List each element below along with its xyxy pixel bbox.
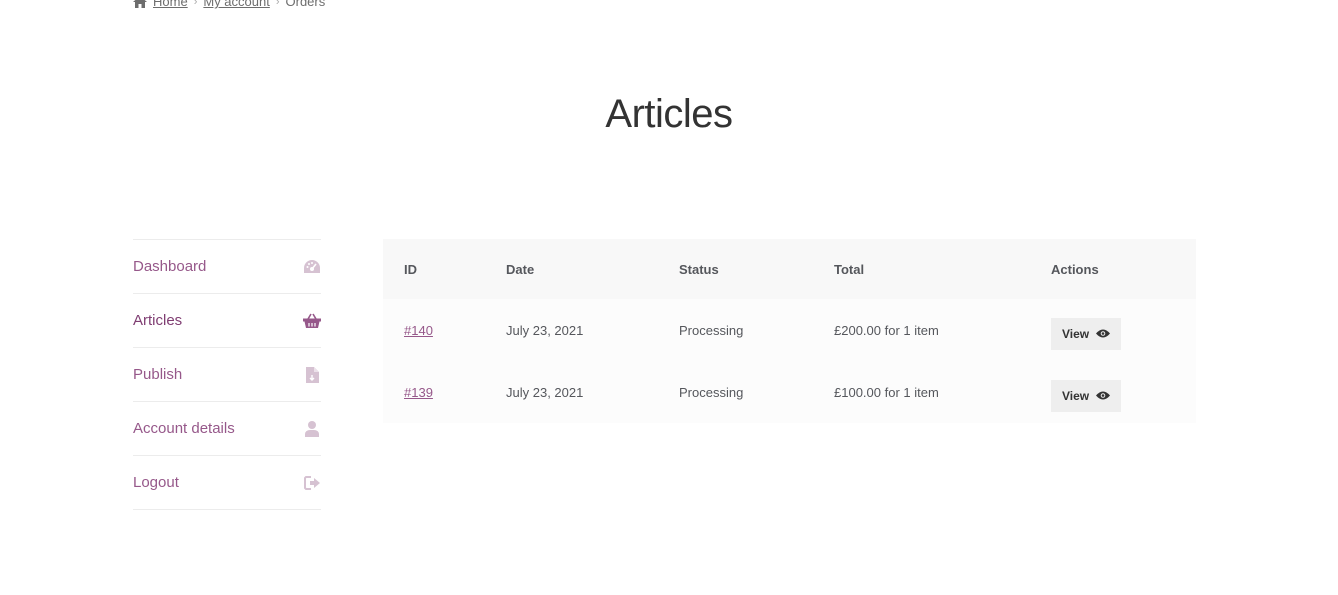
order-id-link[interactable]: #140 [404, 323, 433, 338]
account-navigation: Dashboard Articles Publish Account detai… [133, 239, 321, 510]
page-title: Articles [605, 92, 733, 136]
user-icon [303, 420, 321, 438]
eye-icon [1096, 389, 1111, 403]
file-icon [303, 366, 321, 384]
order-actions: View [1030, 299, 1196, 361]
breadcrumb-my-account-link[interactable]: My account [203, 0, 269, 9]
table-row: #139 July 23, 2021 Processing £100.00 fo… [383, 361, 1196, 423]
order-status: Processing [679, 384, 744, 400]
order-date: July 23, 2021 [506, 322, 584, 338]
view-button-label: View [1062, 327, 1090, 341]
view-order-button[interactable]: View [1051, 318, 1122, 350]
breadcrumb-current: Orders [285, 0, 326, 9]
orders-table: ID Date Status Total Actions #140 July 2… [383, 239, 1196, 423]
order-total: £100.00 for 1 item [834, 384, 939, 400]
breadcrumb-separator: › [275, 0, 280, 8]
sign-out-icon [303, 474, 321, 492]
home-icon[interactable] [133, 0, 147, 8]
breadcrumb-home-link[interactable]: Home [153, 0, 188, 9]
nav-item-label: Dashboard [133, 258, 207, 275]
nav-item-publish[interactable]: Publish [133, 348, 321, 402]
nav-item-label: Publish [133, 366, 183, 383]
nav-item-label: Account details [133, 420, 235, 437]
nav-item-label: Logout [133, 474, 179, 491]
column-header-total: Total [834, 261, 865, 277]
table-row: #140 July 23, 2021 Processing £200.00 fo… [383, 299, 1196, 361]
view-order-button[interactable]: View [1051, 380, 1122, 412]
breadcrumb: Home › My account › Orders [133, 0, 325, 9]
nav-item-dashboard[interactable]: Dashboard [133, 240, 321, 294]
order-id-link[interactable]: #139 [404, 385, 433, 400]
nav-item-account-details[interactable]: Account details [133, 402, 321, 456]
order-date: July 23, 2021 [506, 384, 584, 400]
dashboard-icon [303, 258, 321, 276]
eye-icon [1096, 327, 1111, 341]
nav-item-logout[interactable]: Logout [133, 456, 321, 510]
order-total: £200.00 for 1 item [834, 322, 939, 338]
nav-item-articles[interactable]: Articles [133, 294, 321, 348]
breadcrumb-separator: › [193, 0, 198, 8]
basket-icon [303, 312, 321, 330]
column-header-id: ID [404, 261, 417, 277]
column-header-date: Date [506, 261, 535, 277]
order-id-cell: #140 [383, 299, 485, 361]
view-button-label: View [1062, 389, 1090, 403]
table-header-row: ID Date Status Total Actions [383, 239, 1196, 299]
column-header-status: Status [679, 261, 719, 277]
nav-item-label: Articles [133, 312, 183, 329]
column-header-actions: Actions [1051, 261, 1099, 277]
order-status: Processing [679, 322, 744, 338]
order-actions: View [1030, 361, 1196, 423]
order-id-cell: #139 [383, 361, 485, 423]
